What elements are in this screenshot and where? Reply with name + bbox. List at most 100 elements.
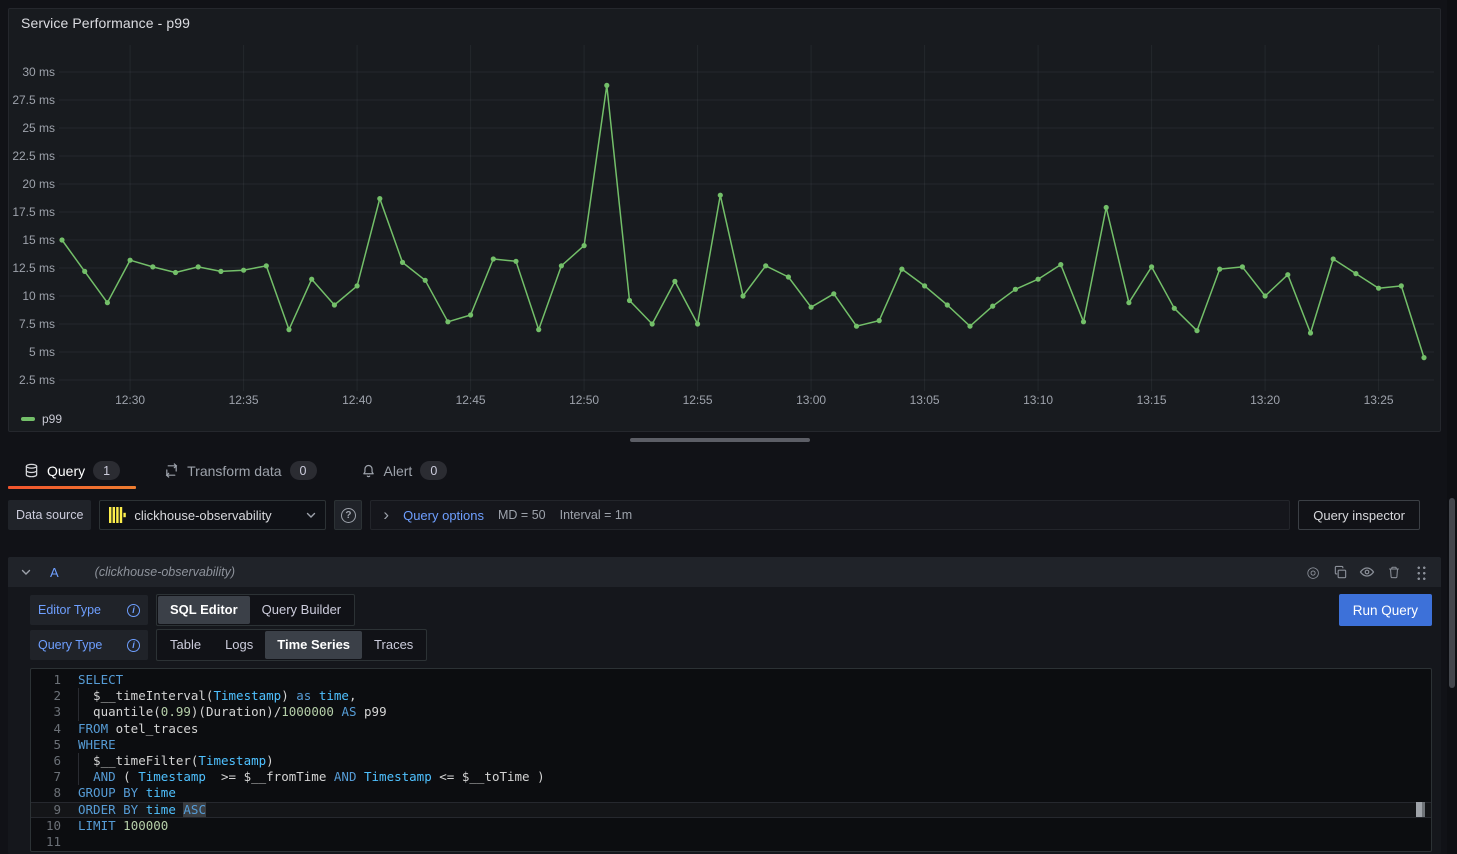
query-editor-body: Editor Type i SQL EditorQuery Builder Ru…: [8, 587, 1441, 852]
collapse-chevron-icon[interactable]: [20, 566, 32, 578]
timeseries-panel: 30 ms27.5 ms25 ms22.5 ms20 ms17.5 ms15 m…: [8, 8, 1441, 432]
delete-query-trash-icon[interactable]: [1386, 564, 1402, 580]
svg-text:20 ms: 20 ms: [22, 177, 55, 191]
line-number: 11: [31, 834, 61, 850]
code-text: FROM otel_traces: [61, 721, 198, 737]
page-scrollbar-thumb[interactable]: [1449, 498, 1455, 688]
code-text: LIMIT 100000: [61, 818, 168, 834]
svg-text:17.5 ms: 17.5 ms: [12, 205, 55, 219]
svg-text:12.5 ms: 12.5 ms: [12, 261, 55, 275]
help-icon: ?: [341, 508, 356, 523]
tab-transform-data[interactable]: Transform data0: [148, 452, 332, 489]
datasource-picker-value: clickhouse-observability: [134, 508, 297, 523]
radio-option-time-series[interactable]: Time Series: [265, 631, 362, 659]
interval-value: Interval = 1m: [560, 508, 633, 522]
timeseries-chart[interactable]: 30 ms27.5 ms25 ms22.5 ms20 ms17.5 ms15 m…: [9, 9, 1442, 433]
svg-text:13:05: 13:05: [910, 393, 940, 407]
info-icon[interactable]: i: [127, 604, 140, 617]
query-inspector-button[interactable]: Query inspector: [1298, 500, 1420, 530]
query-datasource-hint: (clickhouse-observability): [95, 565, 235, 579]
svg-text:5 ms: 5 ms: [29, 345, 55, 359]
sql-line[interactable]: 2 $__timeInterval(Timestamp) as time,: [31, 688, 1431, 704]
code-text: SELECT: [61, 672, 123, 688]
line-number: 5: [31, 737, 61, 753]
line-number: 9: [31, 802, 61, 818]
datasource-picker[interactable]: clickhouse-observability: [99, 500, 326, 530]
legend-series-swatch: [21, 417, 35, 421]
svg-text:7.5 ms: 7.5 ms: [19, 317, 55, 331]
query-ref-id[interactable]: A: [50, 565, 59, 580]
datasource-row: Data source clickhouse-observability ? ›…: [8, 500, 1420, 530]
line-number: 1: [31, 672, 61, 688]
datasource-label: Data source: [8, 500, 91, 530]
sql-code-editor[interactable]: 1SELECT2 $__timeInterval(Timestamp) as t…: [30, 668, 1432, 852]
editor-type-label: Editor Type i: [30, 595, 148, 625]
legend-series-label[interactable]: p99: [42, 412, 62, 426]
sql-line[interactable]: 1SELECT: [31, 672, 1431, 688]
svg-text:13:00: 13:00: [796, 393, 826, 407]
radio-option-sql-editor[interactable]: SQL Editor: [158, 596, 250, 624]
code-text: $__timeInterval(Timestamp) as time,: [61, 688, 357, 704]
panel-title[interactable]: Service Performance - p99: [21, 15, 190, 31]
line-number: 2: [31, 688, 61, 704]
grafana-panel-editor: 30 ms27.5 ms25 ms22.5 ms20 ms17.5 ms15 m…: [0, 0, 1457, 854]
radio-option-traces[interactable]: Traces: [362, 631, 425, 659]
sql-line[interactable]: 8GROUP BY time: [31, 785, 1431, 801]
sql-line[interactable]: 5WHERE: [31, 737, 1431, 753]
editor-cursor-marker: [1416, 802, 1425, 817]
sql-line[interactable]: 10LIMIT 100000: [31, 818, 1431, 834]
editor-tabs: Query 1 Transform data0 Alert0: [0, 452, 1457, 489]
radio-option-query-builder[interactable]: Query Builder: [250, 596, 353, 624]
query-options-section: › Query options MD = 50 Interval = 1m: [370, 500, 1290, 530]
tab-count-badge: 1: [93, 461, 120, 480]
radio-option-logs[interactable]: Logs: [213, 631, 265, 659]
chevron-right-icon[interactable]: ›: [383, 506, 389, 523]
max-data-points-value: MD = 50: [498, 508, 546, 522]
drag-handle-icon[interactable]: [1413, 564, 1429, 580]
svg-text:22.5 ms: 22.5 ms: [12, 149, 55, 163]
sql-line[interactable]: 9ORDER BY time ASC: [31, 802, 1431, 818]
sql-line[interactable]: 11: [31, 834, 1431, 850]
legend: p99: [21, 412, 62, 426]
svg-text:25 ms: 25 ms: [22, 121, 55, 135]
line-number: 10: [31, 818, 61, 834]
svg-text:13:15: 13:15: [1137, 393, 1167, 407]
sql-line[interactable]: 6 $__timeFilter(Timestamp): [31, 753, 1431, 769]
radio-option-table[interactable]: Table: [158, 631, 213, 659]
sql-line[interactable]: 7 AND ( Timestamp >= $__fromTime AND Tim…: [31, 769, 1431, 785]
info-icon[interactable]: i: [127, 639, 140, 652]
run-query-button[interactable]: Run Query: [1339, 594, 1432, 626]
svg-text:12:50: 12:50: [569, 393, 599, 407]
tab-label: Transform data: [187, 463, 281, 479]
query-type-radio-group: TableLogsTime SeriesTraces: [156, 629, 427, 661]
chevron-down-icon: [305, 509, 317, 521]
query-type-row: Query Type i TableLogsTime SeriesTraces: [30, 629, 1432, 661]
sql-line[interactable]: 4FROM otel_traces: [31, 721, 1431, 737]
query-options-toggle[interactable]: Query options: [403, 508, 484, 523]
disable-query-icon[interactable]: ◎: [1305, 564, 1321, 580]
svg-text:10 ms: 10 ms: [22, 289, 55, 303]
code-text: WHERE: [61, 737, 116, 753]
svg-text:12:35: 12:35: [229, 393, 259, 407]
tab-label: Query: [47, 463, 85, 479]
editor-type-row: Editor Type i SQL EditorQuery Builder Ru…: [30, 594, 1432, 626]
page-scrollbar[interactable]: [1447, 0, 1457, 854]
datasource-help-button[interactable]: ?: [334, 500, 362, 530]
query-editor-card: A (clickhouse-observability) ◎ Editor T: [8, 557, 1441, 854]
line-number: 4: [31, 721, 61, 737]
editor-type-radio-group: SQL EditorQuery Builder: [156, 594, 355, 626]
pane-splitter-handle[interactable]: [630, 438, 810, 442]
tab-query[interactable]: Query 1: [8, 452, 136, 489]
sql-line[interactable]: 3 quantile(0.99)(Duration)/1000000 AS p9…: [31, 704, 1431, 720]
svg-text:27.5 ms: 27.5 ms: [12, 93, 55, 107]
svg-text:13:20: 13:20: [1250, 393, 1280, 407]
svg-text:2.5 ms: 2.5 ms: [19, 373, 55, 387]
code-text: ORDER BY time ASC: [61, 802, 206, 818]
query-type-label: Query Type i: [30, 630, 148, 660]
duplicate-query-icon[interactable]: [1332, 564, 1348, 580]
hide-response-eye-icon[interactable]: [1359, 564, 1375, 580]
query-row-header[interactable]: A (clickhouse-observability) ◎: [8, 557, 1441, 587]
svg-text:12:45: 12:45: [456, 393, 486, 407]
tab-alert[interactable]: Alert0: [345, 452, 464, 489]
database-icon: [24, 463, 39, 478]
